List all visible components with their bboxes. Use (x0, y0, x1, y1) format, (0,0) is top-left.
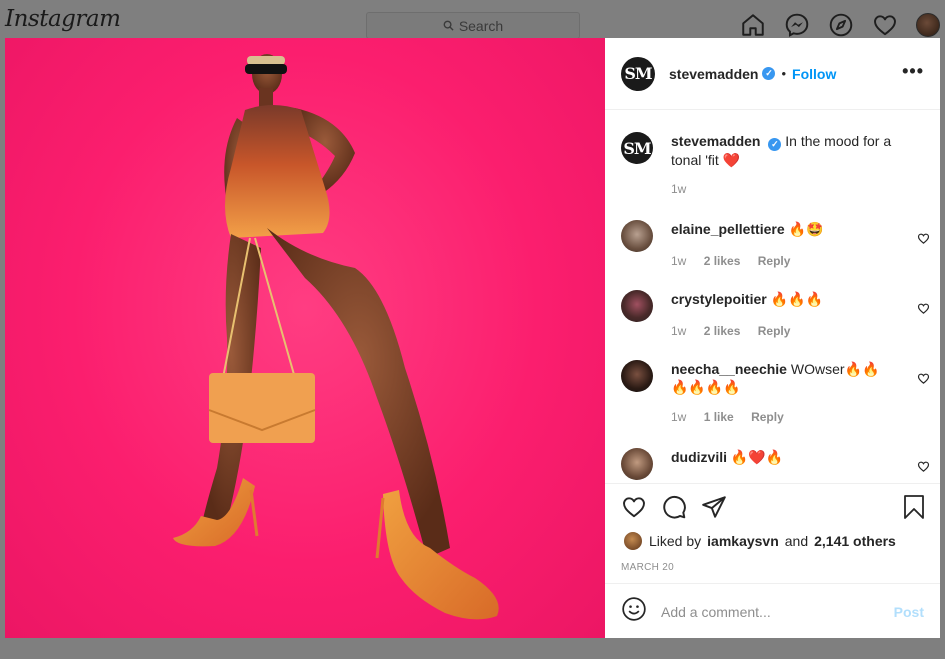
post-photo[interactable] (5, 38, 605, 638)
search-icon (443, 18, 454, 34)
messenger-icon[interactable] (784, 12, 810, 38)
caption-username[interactable]: stevemadden (671, 133, 760, 149)
search-placeholder: Search (458, 17, 504, 34)
comment-input[interactable] (661, 603, 881, 620)
comment-username[interactable]: elaine_pellettiere (671, 221, 785, 237)
emoji-icon[interactable] (621, 596, 647, 627)
account-avatar[interactable]: SM (621, 56, 655, 91)
reply-button[interactable]: Reply (758, 254, 791, 268)
commenter-avatar[interactable] (621, 220, 653, 252)
comment-item: crystylepoitier 🔥🔥🔥 1w 2 likes Reply (621, 290, 930, 350)
comment-time[interactable]: 1w (671, 410, 686, 424)
comments-list[interactable]: SM stevemadden ✓ In the mood for a tonal… (605, 111, 940, 483)
follow-button[interactable]: Follow (792, 66, 836, 82)
reply-button[interactable]: Reply (751, 410, 784, 424)
activity-heart-icon[interactable] (872, 12, 898, 38)
search-input[interactable]: Search (366, 12, 580, 39)
commenter-avatar[interactable] (621, 360, 653, 392)
liked-by-and: and (784, 533, 809, 549)
comment-username[interactable]: crystylepoitier (671, 291, 767, 307)
post-header: SM stevemadden ✓ • Follow ••• (605, 38, 940, 110)
account-username[interactable]: stevemadden (669, 66, 758, 82)
caption-time[interactable]: 1w (671, 182, 686, 196)
comment-text: 🔥❤️🔥 (730, 449, 784, 465)
liked-by-prefix: Liked by (649, 533, 702, 549)
comment-item: dudizvili 🔥❤️🔥 (621, 448, 930, 483)
comment-item: elaine_pellettiere 🔥🤩 1w 2 likes Reply (621, 220, 930, 280)
separator-dot: • (781, 66, 787, 81)
comment-likes[interactable]: 2 likes (704, 254, 741, 268)
commenter-avatar[interactable] (621, 290, 653, 322)
comment-likes[interactable]: 1 like (704, 410, 734, 424)
post-comment-button[interactable]: Post (894, 604, 924, 620)
comment-username[interactable]: neecha__neechie (671, 361, 787, 377)
comment-like-heart-icon[interactable] (917, 460, 930, 473)
more-options-icon[interactable]: ••• (902, 62, 924, 80)
reply-button[interactable]: Reply (758, 324, 791, 338)
liked-by-user[interactable]: iamkaysvn (707, 533, 779, 549)
like-heart-icon[interactable] (621, 494, 647, 520)
comment-like-heart-icon[interactable] (917, 302, 930, 315)
post-date[interactable]: MARCH 20 (621, 562, 674, 573)
instagram-logo[interactable]: Instagram (5, 6, 121, 32)
liked-by-others[interactable]: 2,141 others (814, 533, 896, 549)
comment-text: 🔥🤩 (788, 221, 824, 237)
post-side-panel: SM stevemadden ✓ • Follow ••• SM stevema… (605, 38, 940, 638)
commenter-avatar[interactable] (621, 448, 653, 480)
comment-like-heart-icon[interactable] (917, 372, 930, 385)
share-paper-plane-icon[interactable] (701, 494, 727, 520)
caption-item: SM stevemadden ✓ In the mood for a tonal… (621, 132, 926, 202)
liker-avatar[interactable] (623, 531, 643, 551)
bookmark-icon[interactable] (902, 494, 926, 520)
home-icon[interactable] (740, 12, 766, 38)
explore-icon[interactable] (828, 12, 854, 38)
comment-like-heart-icon[interactable] (917, 232, 930, 245)
profile-avatar[interactable] (916, 13, 940, 37)
comment-username[interactable]: dudizvili (671, 449, 727, 465)
comment-bubble-icon[interactable] (661, 494, 687, 520)
caption-avatar[interactable]: SM (621, 132, 653, 164)
liked-by-line: Liked by iamkaysvn and 2,141 others (623, 531, 896, 551)
top-navigation: Instagram Search (0, 0, 945, 39)
verified-badge-icon: ✓ (762, 67, 776, 80)
verified-badge-icon: ✓ (768, 138, 782, 151)
comment-likes[interactable]: 2 likes (704, 324, 741, 338)
post-modal: SM stevemadden ✓ • Follow ••• SM stevema… (5, 38, 940, 638)
fashion-model-illustration (173, 54, 499, 620)
comment-time[interactable]: 1w (671, 324, 686, 338)
comment-text: 🔥🔥🔥 (770, 291, 823, 307)
post-actions: Liked by iamkaysvn and 2,141 others MARC… (605, 483, 940, 638)
comment-time[interactable]: 1w (671, 254, 686, 268)
comment-item: neecha__neechie WOwser🔥🔥🔥🔥🔥🔥 1w 1 like R… (621, 360, 930, 436)
add-comment-bar: Post (605, 583, 940, 639)
